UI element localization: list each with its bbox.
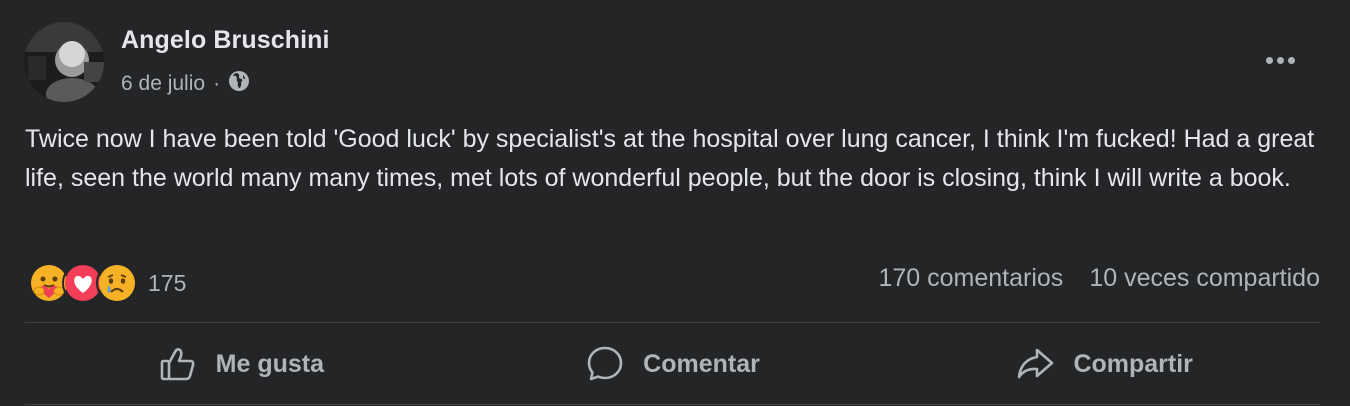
share-arrow-icon (1015, 344, 1055, 384)
share-button[interactable]: Compartir (888, 330, 1320, 398)
shares-count[interactable]: 10 veces compartido (1089, 264, 1320, 293)
post-stats: 170 comentarios 10 veces compartido (878, 264, 1320, 293)
action-bar: Me gusta Comentar Compartir (25, 330, 1320, 398)
post-meta: 6 de julio · (121, 70, 250, 98)
more-options-icon[interactable] (1252, 42, 1308, 78)
sad-icon (96, 262, 138, 304)
comment-button[interactable]: Comentar (457, 330, 889, 398)
post-card: Angelo Bruschini 6 de julio · Twice now … (0, 0, 1350, 406)
like-label: Me gusta (215, 349, 325, 378)
comment-label: Comentar (643, 349, 760, 378)
reactions-summary[interactable]: 175 (28, 262, 186, 304)
share-label: Compartir (1073, 349, 1193, 378)
meta-separator: · (213, 72, 221, 95)
divider (25, 404, 1320, 405)
post-date[interactable]: 6 de julio (121, 72, 205, 96)
comments-count[interactable]: 170 comentarios (878, 264, 1063, 293)
comment-bubble-icon (585, 344, 625, 384)
divider (25, 322, 1320, 323)
author-name[interactable]: Angelo Bruschini (121, 26, 330, 55)
globe-icon[interactable] (228, 70, 250, 98)
like-button[interactable]: Me gusta (25, 330, 457, 398)
avatar[interactable] (24, 22, 104, 102)
reaction-count[interactable]: 175 (148, 270, 186, 297)
thumbs-up-icon (158, 344, 198, 384)
post-text: Twice now I have been told 'Good luck' b… (25, 125, 1315, 192)
